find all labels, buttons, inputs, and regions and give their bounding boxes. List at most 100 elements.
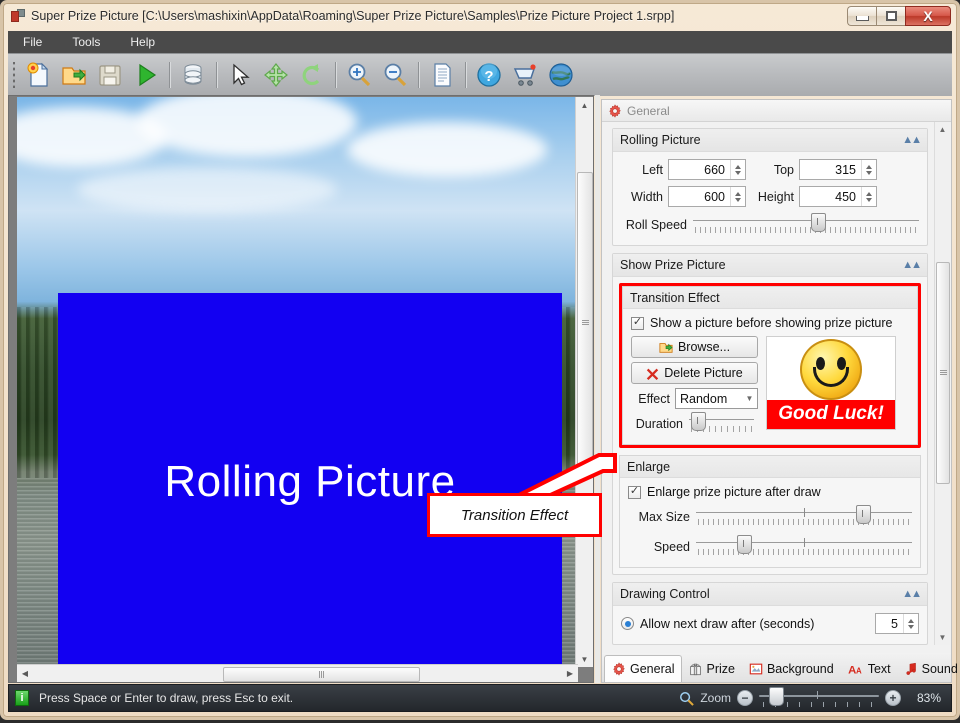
maximize-button[interactable] xyxy=(876,6,905,26)
group-title: Rolling Picture xyxy=(620,133,701,147)
good-luck-text: Good Luck! xyxy=(778,403,884,425)
rotate-button[interactable] xyxy=(294,57,330,93)
width-spinner[interactable]: 600 xyxy=(668,186,746,207)
globe-button[interactable] xyxy=(543,57,579,93)
background-photo[interactable]: Rolling Picture xyxy=(17,97,578,665)
document-button[interactable] xyxy=(424,57,460,93)
left-spinner[interactable]: 660 xyxy=(668,159,746,180)
zoom-out-button[interactable]: − xyxy=(737,690,753,706)
max-size-slider-thumb[interactable] xyxy=(855,505,871,524)
roll-speed-slider-thumb[interactable] xyxy=(810,213,826,232)
help-button[interactable]: ? xyxy=(471,57,507,93)
allow-next-draw-arrows[interactable] xyxy=(903,614,918,633)
gear-icon xyxy=(613,662,625,676)
duration-slider-thumb[interactable] xyxy=(691,412,706,431)
maximize-icon xyxy=(885,11,897,21)
chevron-up-icon[interactable]: ▲▲ xyxy=(902,259,922,271)
row-show-picture-checkbox[interactable]: ✓ Show a picture before showing prize pi… xyxy=(631,316,909,330)
top-spinner-arrows[interactable] xyxy=(861,160,876,179)
save-project-button[interactable] xyxy=(92,57,128,93)
zoom-slider-thumb[interactable] xyxy=(769,687,784,706)
panel-splitter[interactable] xyxy=(595,95,600,683)
info-icon: i xyxy=(15,690,29,706)
roll-speed-slider[interactable] xyxy=(693,213,919,237)
show-picture-checkbox[interactable]: ✓ xyxy=(631,316,644,330)
database-button[interactable] xyxy=(175,57,211,93)
speed-slider[interactable] xyxy=(696,535,912,559)
allow-next-draw-spinner[interactable]: 5 xyxy=(875,613,919,634)
canvas-vertical-scrollbar[interactable]: ▲ ▼ xyxy=(575,97,593,667)
toolbar-grip[interactable] xyxy=(11,62,18,88)
row-enlarge-checkbox[interactable]: ✓ Enlarge prize picture after draw xyxy=(628,485,912,499)
effect-dropdown[interactable]: Random ▼ xyxy=(674,388,758,409)
tab-general[interactable]: General xyxy=(604,655,683,682)
group-show-prize-picture: Show Prize Picture ▲▲ Transition Effect … xyxy=(612,253,928,575)
height-spinner-arrows[interactable] xyxy=(861,187,876,206)
max-size-slider[interactable] xyxy=(696,505,912,529)
rolling-picture-box[interactable]: Rolling Picture xyxy=(58,293,562,665)
speed-slider-thumb[interactable] xyxy=(737,535,753,554)
horizontal-scroll-track[interactable] xyxy=(33,666,562,682)
tab-sound[interactable]: Sound xyxy=(898,656,960,682)
show-picture-label: Show a picture before showing prize pict… xyxy=(650,316,893,330)
menu-item-help[interactable]: Help xyxy=(125,33,160,51)
font-icon: A A xyxy=(848,664,862,676)
enlarge-checkbox[interactable]: ✓ xyxy=(628,485,641,499)
duration-slider[interactable] xyxy=(689,412,754,436)
zoom-in-button[interactable]: + xyxy=(885,690,901,706)
chevron-up-icon[interactable]: ▲▲ xyxy=(902,588,922,600)
canvas-horizontal-scrollbar[interactable]: ◀ ▶ xyxy=(17,664,578,682)
tab-sound-label: Sound xyxy=(921,662,958,676)
toolbar-separator xyxy=(418,62,419,88)
delete-picture-button[interactable]: Delete Picture xyxy=(631,362,758,384)
run-play-icon xyxy=(139,63,157,87)
transition-picture-preview[interactable]: Good Luck! xyxy=(766,336,896,430)
scroll-left-icon[interactable]: ◀ xyxy=(17,666,33,681)
menu-item-tools[interactable]: Tools xyxy=(67,33,105,51)
magnifier-icon xyxy=(680,691,695,706)
move-button[interactable] xyxy=(258,57,294,93)
panel-scroll-thumb[interactable] xyxy=(936,262,950,484)
height-spinner[interactable]: 450 xyxy=(799,186,877,207)
move-icon xyxy=(264,63,288,87)
horizontal-scroll-thumb[interactable] xyxy=(223,667,420,682)
top-spinner[interactable]: 315 xyxy=(799,159,877,180)
panel-scroll-down-icon[interactable]: ▼ xyxy=(935,630,950,645)
close-button[interactable]: X xyxy=(905,6,951,26)
left-spinner-arrows[interactable] xyxy=(730,160,745,179)
row-roll-speed: Roll Speed xyxy=(621,213,919,237)
settings-panel: General Rolling Picture ▲▲ Left 660 Top … xyxy=(601,99,952,683)
group-header-drawing-control[interactable]: Drawing Control ▲▲ xyxy=(613,583,927,606)
group-header-rolling-picture[interactable]: Rolling Picture ▲▲ xyxy=(613,129,927,152)
scroll-up-icon[interactable]: ▲ xyxy=(576,97,593,113)
scroll-right-icon[interactable]: ▶ xyxy=(562,666,578,681)
run-button[interactable] xyxy=(128,57,164,93)
panel-scrollbar[interactable]: ▲ ▼ xyxy=(934,122,950,645)
cart-button[interactable] xyxy=(507,57,543,93)
browse-button[interactable]: Browse... xyxy=(631,336,758,358)
tab-prize-label: Prize xyxy=(706,662,735,676)
width-spinner-arrows[interactable] xyxy=(730,187,745,206)
minimize-button[interactable] xyxy=(847,6,876,26)
vertical-scroll-thumb[interactable] xyxy=(577,172,593,474)
zoom-in-button[interactable] xyxy=(341,57,377,93)
zoom-slider[interactable] xyxy=(759,687,879,709)
tab-prize[interactable]: Prize xyxy=(682,656,741,682)
chevron-down-icon[interactable]: ▼ xyxy=(742,394,757,403)
chevron-up-icon[interactable]: ▲▲ xyxy=(902,134,922,146)
scroll-down-icon[interactable]: ▼ xyxy=(576,651,593,667)
tab-background[interactable]: Background xyxy=(742,656,841,682)
row-duration: Duration xyxy=(631,412,758,436)
allow-next-draw-radio[interactable] xyxy=(621,617,634,630)
allow-next-draw-value: 5 xyxy=(891,616,898,631)
row-allow-next-draw[interactable]: Allow next draw after (seconds) 5 xyxy=(621,613,919,634)
open-project-button[interactable] xyxy=(56,57,92,93)
select-button[interactable] xyxy=(222,57,258,93)
group-title: Show Prize Picture xyxy=(620,258,726,272)
tab-text[interactable]: A A Text xyxy=(841,656,898,682)
panel-scroll-up-icon[interactable]: ▲ xyxy=(935,122,950,137)
group-header-show-prize-picture[interactable]: Show Prize Picture ▲▲ xyxy=(613,254,927,277)
zoom-out-button[interactable] xyxy=(377,57,413,93)
new-project-button[interactable] xyxy=(20,57,56,93)
menu-item-file[interactable]: File xyxy=(18,33,47,51)
